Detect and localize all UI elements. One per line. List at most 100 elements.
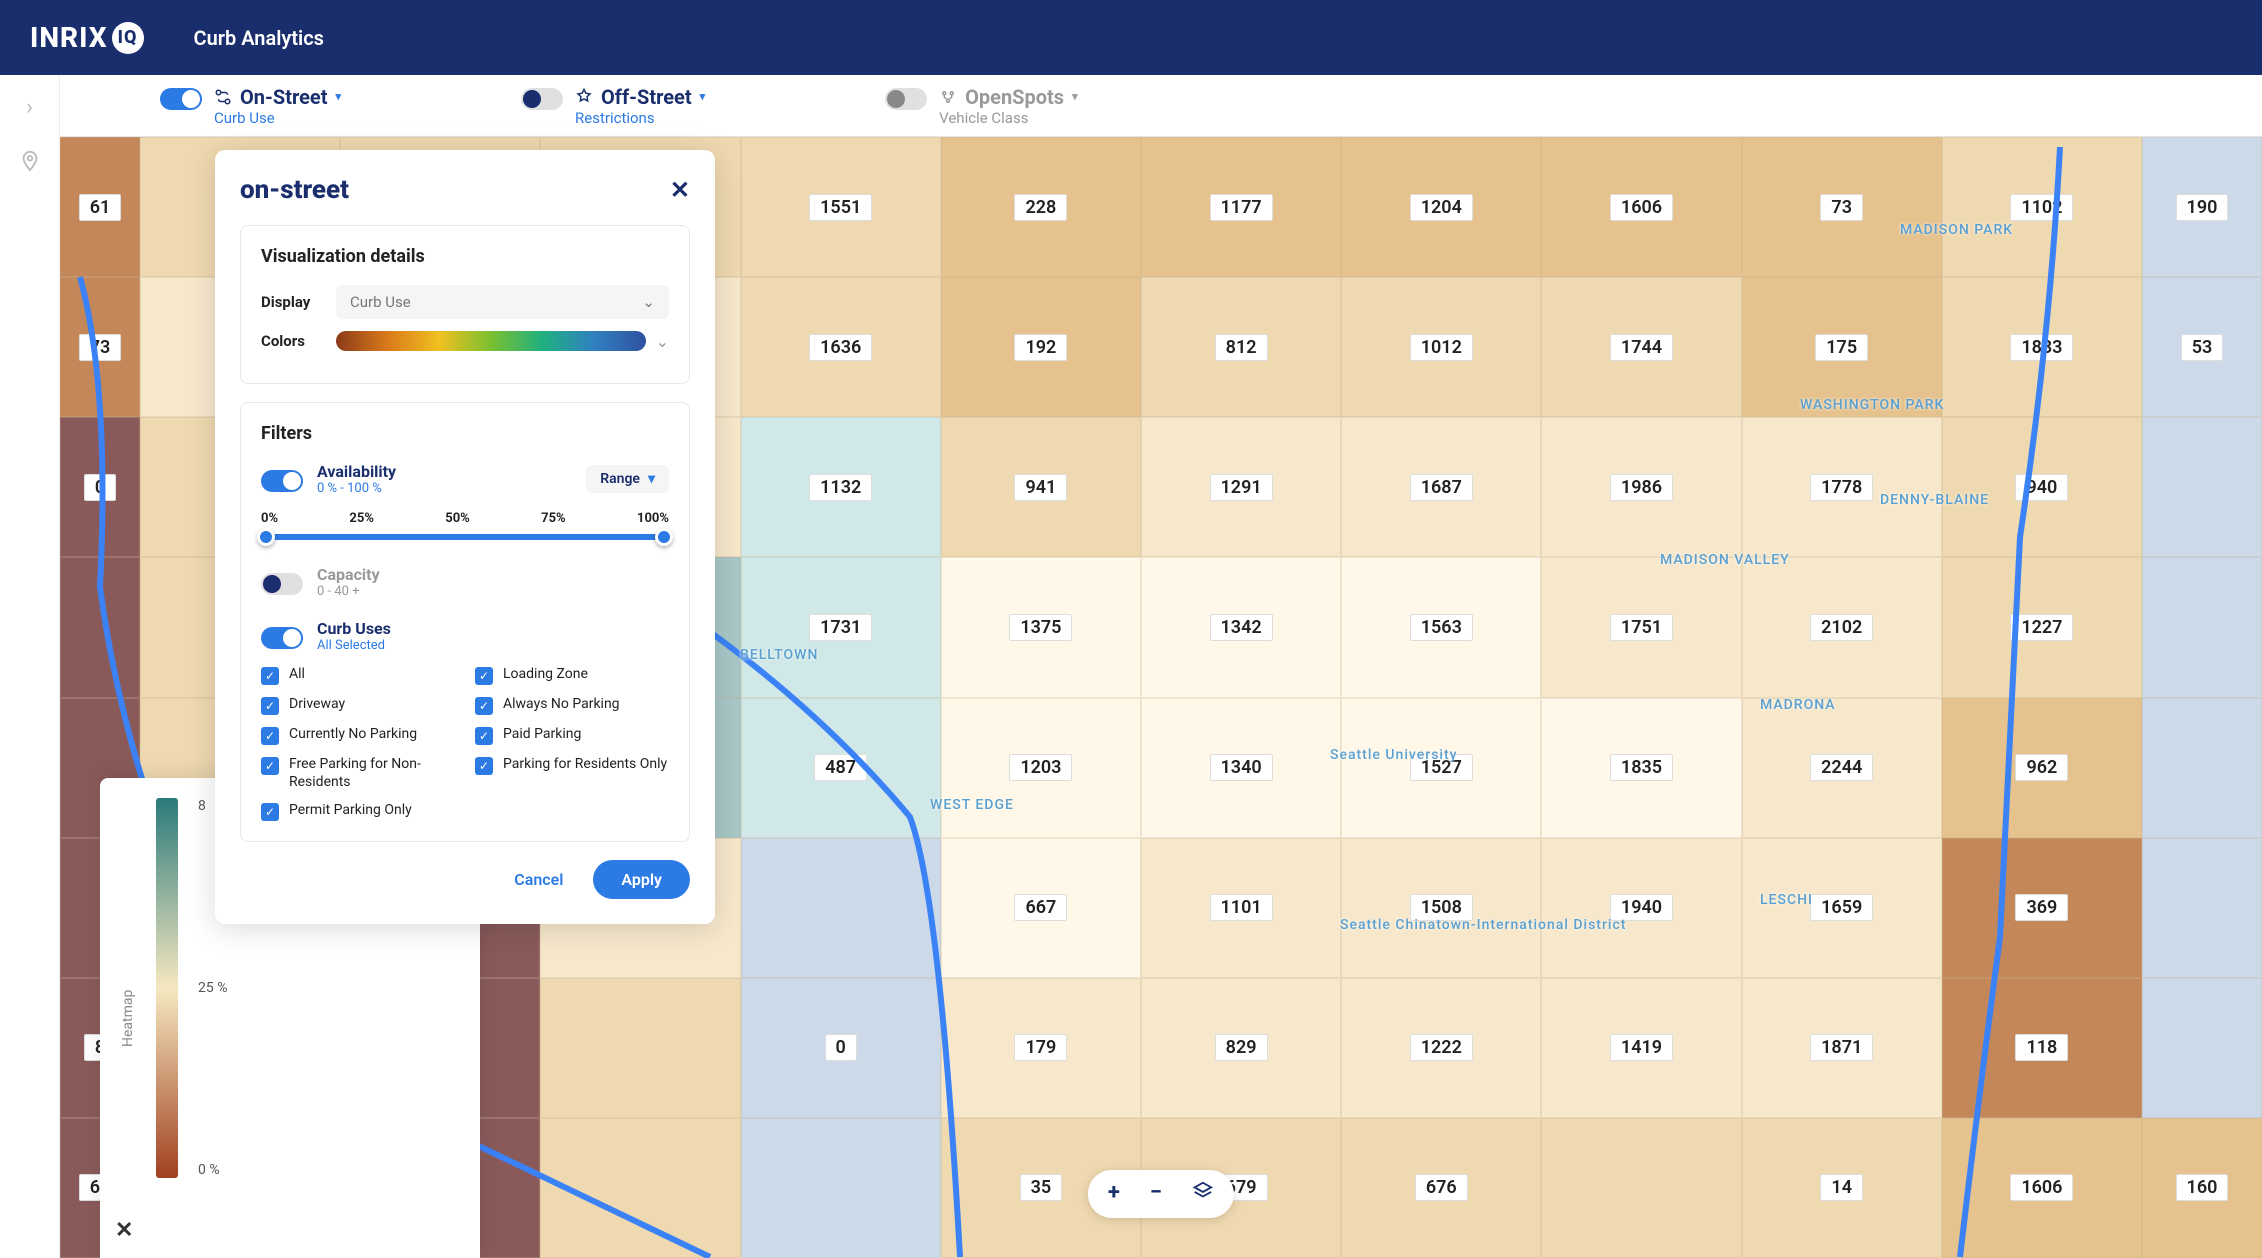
checkbox[interactable]: ✓ bbox=[475, 727, 493, 745]
chevron-right-icon[interactable]: › bbox=[26, 95, 33, 120]
checkbox[interactable]: ✓ bbox=[261, 667, 279, 685]
checkbox-item[interactable]: ✓Permit Parking Only bbox=[261, 801, 455, 821]
grid-cell[interactable]: 61 bbox=[60, 137, 140, 277]
slider-handle-max[interactable] bbox=[655, 528, 673, 546]
tab-off-street[interactable]: Off-Street▾ Restrictions bbox=[521, 85, 705, 127]
grid-cell[interactable]: 676 bbox=[1341, 1118, 1541, 1258]
grid-cell[interactable] bbox=[540, 1118, 740, 1258]
checkbox-item[interactable]: ✓Loading Zone bbox=[475, 665, 669, 685]
grid-cell[interactable]: 1751 bbox=[1541, 557, 1741, 697]
grid-cell[interactable]: 228 bbox=[941, 137, 1141, 277]
grid-cell[interactable]: 812 bbox=[1141, 277, 1341, 417]
grid-cell[interactable]: 190 bbox=[2142, 137, 2262, 277]
grid-cell[interactable] bbox=[2142, 698, 2262, 838]
grid-cell[interactable]: 1222 bbox=[1341, 978, 1541, 1118]
grid-cell[interactable]: 1203 bbox=[941, 698, 1141, 838]
tab-openspots[interactable]: OpenSpots▾ Vehicle Class bbox=[885, 85, 1077, 127]
checkbox[interactable]: ✓ bbox=[261, 727, 279, 745]
checkbox[interactable]: ✓ bbox=[261, 757, 279, 775]
grid-cell[interactable]: 179 bbox=[941, 978, 1141, 1118]
toggle-availability[interactable] bbox=[261, 470, 303, 492]
toggle-off-street[interactable] bbox=[521, 88, 563, 110]
grid-cell[interactable]: 1551 bbox=[741, 137, 941, 277]
grid-cell[interactable]: 962 bbox=[1942, 698, 2142, 838]
grid-cell[interactable] bbox=[2142, 557, 2262, 697]
checkbox[interactable]: ✓ bbox=[475, 757, 493, 775]
grid-cell[interactable] bbox=[741, 838, 941, 978]
grid-cell[interactable]: 829 bbox=[1141, 978, 1341, 1118]
checkbox-item[interactable]: ✓Parking for Residents Only bbox=[475, 755, 669, 791]
grid-cell[interactable]: 160 bbox=[2142, 1118, 2262, 1258]
grid-cell[interactable]: 1940 bbox=[1541, 838, 1741, 978]
slider-handle-min[interactable] bbox=[257, 528, 275, 546]
close-icon[interactable]: ✕ bbox=[670, 176, 690, 204]
tab-on-street[interactable]: On-Street▾ Curb Use bbox=[160, 85, 341, 127]
grid-cell[interactable] bbox=[2142, 978, 2262, 1118]
grid-cell[interactable]: 1508 bbox=[1341, 838, 1541, 978]
layers-button[interactable] bbox=[1192, 1180, 1214, 1208]
grid-cell[interactable] bbox=[741, 1118, 941, 1258]
grid-cell[interactable]: 1227 bbox=[1942, 557, 2142, 697]
grid-cell[interactable] bbox=[2142, 417, 2262, 557]
close-icon[interactable]: ✕ bbox=[115, 1218, 133, 1243]
grid-cell[interactable]: 2244 bbox=[1742, 698, 1942, 838]
toggle-on-street[interactable] bbox=[160, 88, 202, 110]
cancel-button[interactable]: Cancel bbox=[504, 860, 573, 899]
grid-cell[interactable]: 1835 bbox=[1541, 698, 1741, 838]
grid-cell[interactable]: 1291 bbox=[1141, 417, 1341, 557]
availability-slider[interactable]: 0%25%50%75%100% bbox=[261, 511, 669, 540]
grid-cell[interactable]: 1101 bbox=[1141, 838, 1341, 978]
grid-cell[interactable]: 1731 bbox=[741, 557, 941, 697]
toggle-capacity[interactable] bbox=[261, 573, 303, 595]
checkbox-item[interactable]: ✓All bbox=[261, 665, 455, 685]
checkbox[interactable]: ✓ bbox=[475, 667, 493, 685]
grid-cell[interactable]: 941 bbox=[941, 417, 1141, 557]
grid-cell[interactable] bbox=[60, 557, 140, 697]
grid-cell[interactable]: 192 bbox=[941, 277, 1141, 417]
grid-cell[interactable]: 1204 bbox=[1341, 137, 1541, 277]
checkbox-item[interactable]: ✓Always No Parking bbox=[475, 695, 669, 715]
checkbox-item[interactable]: ✓Free Parking for Non-Residents bbox=[261, 755, 455, 791]
checkbox[interactable]: ✓ bbox=[261, 697, 279, 715]
range-select[interactable]: Range▾ bbox=[586, 465, 669, 493]
grid-cell[interactable]: 1871 bbox=[1742, 978, 1942, 1118]
checkbox[interactable]: ✓ bbox=[475, 697, 493, 715]
grid-cell[interactable]: 1606 bbox=[1942, 1118, 2142, 1258]
grid-cell[interactable]: 1102 bbox=[1942, 137, 2142, 277]
grid-cell[interactable]: 2102 bbox=[1742, 557, 1942, 697]
grid-cell[interactable]: 73 bbox=[1742, 137, 1942, 277]
grid-cell[interactable]: 118 bbox=[1942, 978, 2142, 1118]
grid-cell[interactable]: 487 bbox=[741, 698, 941, 838]
grid-cell[interactable]: 1744 bbox=[1541, 277, 1741, 417]
chevron-down-icon[interactable]: ⌄ bbox=[656, 332, 669, 351]
grid-cell[interactable]: 1778 bbox=[1742, 417, 1942, 557]
grid-cell[interactable]: 1563 bbox=[1341, 557, 1541, 697]
grid-cell[interactable]: 1132 bbox=[741, 417, 941, 557]
display-select[interactable]: Curb Use⌄ bbox=[336, 285, 669, 319]
grid-cell[interactable]: 1833 bbox=[1942, 277, 2142, 417]
checkbox-item[interactable]: ✓Paid Parking bbox=[475, 725, 669, 745]
grid-cell[interactable]: 940 bbox=[1942, 417, 2142, 557]
grid-cell[interactable]: 1342 bbox=[1141, 557, 1341, 697]
toggle-openspots[interactable] bbox=[885, 88, 927, 110]
zoom-out-button[interactable]: − bbox=[1150, 1180, 1162, 1208]
grid-cell[interactable]: 1375 bbox=[941, 557, 1141, 697]
grid-cell[interactable]: 1986 bbox=[1541, 417, 1741, 557]
grid-cell[interactable]: 0 bbox=[741, 978, 941, 1118]
grid-cell[interactable]: 1012 bbox=[1341, 277, 1541, 417]
grid-cell[interactable] bbox=[1541, 1118, 1741, 1258]
pin-icon[interactable] bbox=[19, 150, 41, 178]
grid-cell[interactable]: 1177 bbox=[1141, 137, 1341, 277]
apply-button[interactable]: Apply bbox=[593, 860, 690, 899]
grid-cell[interactable]: 73 bbox=[60, 277, 140, 417]
grid-cell[interactable]: 1419 bbox=[1541, 978, 1741, 1118]
toggle-curb-uses[interactable] bbox=[261, 627, 303, 649]
grid-cell[interactable]: 1636 bbox=[741, 277, 941, 417]
grid-cell[interactable]: 1527 bbox=[1341, 698, 1541, 838]
checkbox-item[interactable]: ✓Currently No Parking bbox=[261, 725, 455, 745]
grid-cell[interactable]: 1606 bbox=[1541, 137, 1741, 277]
checkbox[interactable]: ✓ bbox=[261, 803, 279, 821]
color-gradient[interactable] bbox=[336, 331, 646, 351]
grid-cell[interactable]: 667 bbox=[941, 838, 1141, 978]
grid-cell[interactable] bbox=[2142, 838, 2262, 978]
